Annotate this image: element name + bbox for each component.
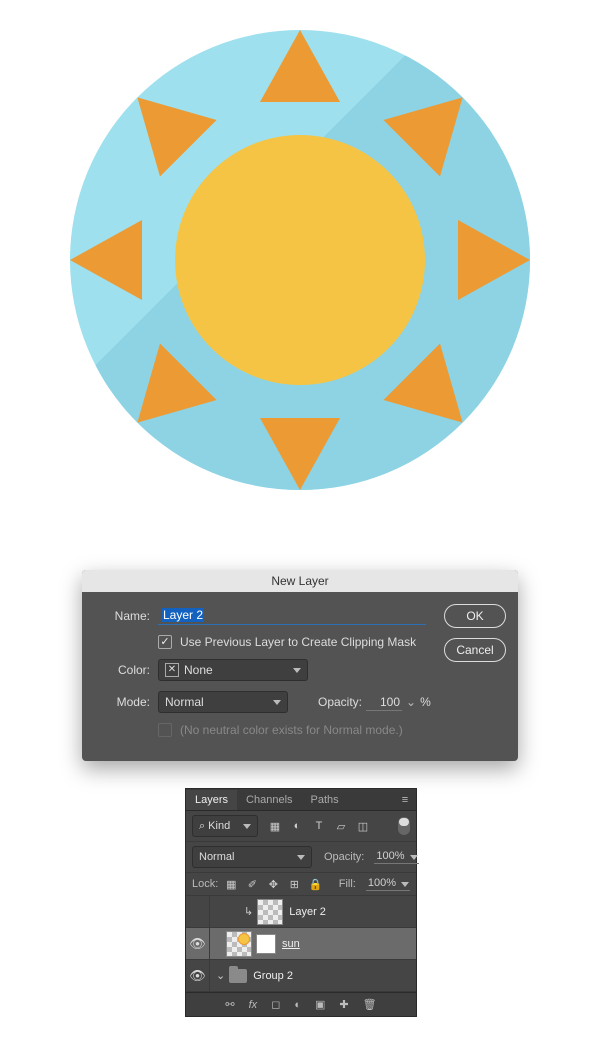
color-label: Color: <box>94 663 150 677</box>
sun-ray <box>109 69 216 176</box>
layers-panel: Layers Channels Paths ≡ ⌕ Kind ▦ ◐ T ▱ ◫… <box>185 788 417 1017</box>
lock-pixels-icon[interactable]: ✐ <box>245 878 259 891</box>
mode-value: Normal <box>165 695 204 709</box>
layer-name[interactable]: Layer 2 <box>289 906 326 918</box>
sun-ray <box>260 418 340 490</box>
tab-channels[interactable]: Channels <box>237 790 301 810</box>
filter-shape-icon[interactable]: ▱ <box>334 820 348 833</box>
none-swatch-icon: ✕ <box>165 663 179 677</box>
neutral-note: (No neutral color exists for Normal mode… <box>180 723 403 737</box>
tab-paths[interactable]: Paths <box>302 790 348 810</box>
sun-thumb-icon <box>239 934 249 944</box>
tab-layers[interactable]: Layers <box>186 790 237 810</box>
search-icon: ⌕ <box>199 820 205 833</box>
layer-mask-thumbnail[interactable] <box>256 934 276 954</box>
fill-label: Fill: <box>339 878 356 890</box>
clipping-mask-label: Use Previous Layer to Create Clipping Ma… <box>180 635 416 649</box>
lock-row: Lock: ▦ ✐ ✥ ⊞ 🔒 Fill: 100% <box>186 873 416 896</box>
blend-mode-select[interactable]: Normal <box>158 691 288 713</box>
filter-type-icon[interactable]: T <box>312 820 326 832</box>
layer-thumbnail[interactable] <box>257 899 283 925</box>
layer-list: ↳ Layer 2 👁 sun 👁 ⌄ Group 2 <box>186 896 416 992</box>
folder-icon <box>229 969 247 983</box>
layer-name[interactable]: Group 2 <box>253 970 293 982</box>
fill-input[interactable]: 100% <box>366 877 410 891</box>
filter-smart-icon[interactable]: ◫ <box>356 820 370 833</box>
fill-value: 100% <box>368 877 396 889</box>
sun-background-circle <box>70 30 530 490</box>
filter-row: ⌕ Kind ▦ ◐ T ▱ ◫ <box>186 811 416 842</box>
clipping-indicator-icon: ↳ <box>244 905 253 918</box>
kind-filter-value: Kind <box>208 820 230 832</box>
layer-name-input[interactable]: Layer 2 <box>158 606 426 625</box>
lock-position-icon[interactable]: ✥ <box>266 878 280 891</box>
opacity-label: Opacity: <box>318 695 362 709</box>
kind-filter-select[interactable]: ⌕ Kind <box>192 815 258 837</box>
mode-label: Mode: <box>94 695 150 709</box>
visibility-toggle[interactable]: 👁 <box>189 936 206 952</box>
sun-core <box>175 135 425 385</box>
ok-button[interactable]: OK <box>444 604 506 628</box>
panel-opacity-input[interactable]: 100% <box>374 850 418 864</box>
group-disclosure-icon[interactable]: ⌄ <box>216 969 225 982</box>
new-adjustment-icon[interactable]: ◐ <box>294 999 301 1011</box>
sun-ray <box>458 220 530 300</box>
name-label: Name: <box>94 609 150 623</box>
filter-adjust-icon[interactable]: ◐ <box>290 820 304 832</box>
filter-pixel-icon[interactable]: ▦ <box>268 820 282 833</box>
dialog-title: New Layer <box>82 570 518 592</box>
new-group-icon[interactable]: ▣ <box>315 998 325 1011</box>
panel-opacity-value: 100% <box>376 850 404 862</box>
lock-artboard-icon[interactable]: ⊞ <box>287 878 301 891</box>
lock-transparency-icon[interactable]: ▦ <box>224 878 238 891</box>
layer-row[interactable]: 👁 sun <box>186 928 416 960</box>
delete-layer-icon[interactable]: 🗑 <box>363 998 377 1011</box>
panel-blend-mode-value: Normal <box>199 851 234 863</box>
blend-row: Normal Opacity: 100% <box>186 842 416 873</box>
clipping-mask-checkbox[interactable] <box>158 635 172 649</box>
lock-all-icon[interactable]: 🔒 <box>308 878 322 891</box>
layer-thumbnail[interactable] <box>226 931 252 957</box>
sun-ray <box>260 30 340 102</box>
color-value: None <box>184 663 213 677</box>
layer-name-value: Layer 2 <box>162 608 204 622</box>
new-layer-icon[interactable]: ✚ <box>339 998 348 1011</box>
opacity-input[interactable]: 100 <box>366 694 402 711</box>
layer-row[interactable]: 👁 ⌄ Group 2 <box>186 960 416 992</box>
opacity-suffix: % <box>420 695 431 709</box>
neutral-fill-checkbox <box>158 723 172 737</box>
sun-ray <box>70 220 142 300</box>
add-mask-icon[interactable]: ◻ <box>271 998 280 1011</box>
panel-tabs: Layers Channels Paths ≡ <box>186 789 416 811</box>
panel-menu-icon[interactable]: ≡ <box>394 794 416 806</box>
filter-icons: ▦ ◐ T ▱ ◫ <box>268 820 370 833</box>
sun-illustration <box>60 10 540 570</box>
color-select[interactable]: ✕ None <box>158 659 308 681</box>
layer-row[interactable]: ↳ Layer 2 <box>186 896 416 928</box>
new-layer-dialog: New Layer OK Cancel Name: Layer 2 Use Pr… <box>82 570 518 761</box>
panel-opacity-label: Opacity: <box>324 851 364 863</box>
lock-label: Lock: <box>192 878 218 890</box>
link-layers-icon[interactable]: ⚯ <box>225 998 234 1011</box>
visibility-toggle[interactable]: 👁 <box>189 968 206 984</box>
layer-style-icon[interactable]: fx <box>249 999 258 1011</box>
panel-blend-mode-select[interactable]: Normal <box>192 846 312 868</box>
panel-footer: ⚯ fx ◻ ◐ ▣ ✚ 🗑 <box>186 992 416 1016</box>
filter-toggle[interactable] <box>398 817 410 835</box>
chevron-down-icon[interactable]: ⌄ <box>406 695 416 709</box>
cancel-button[interactable]: Cancel <box>444 638 506 662</box>
layer-name[interactable]: sun <box>282 938 300 950</box>
